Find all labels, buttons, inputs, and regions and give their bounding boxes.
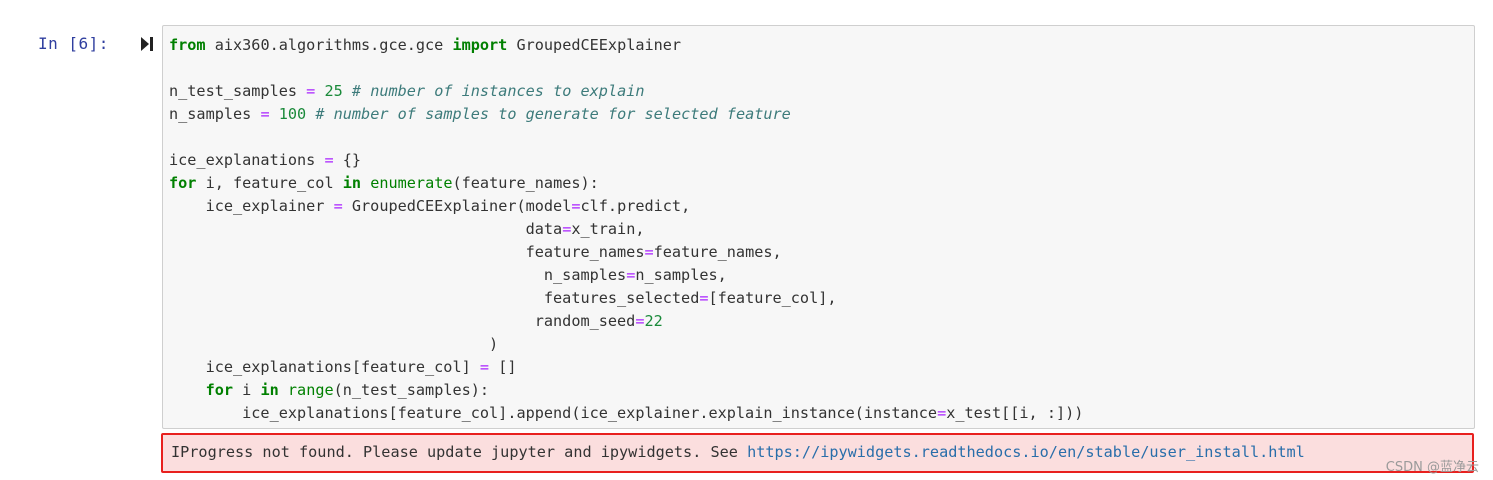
code-token: x_train, — [571, 220, 645, 238]
code-token: enumerate — [370, 174, 453, 192]
code-token: [feature_col], — [708, 289, 837, 307]
code-token: (n_test_samples): — [333, 381, 490, 399]
code-token: n_samples — [169, 266, 627, 284]
code-token: = — [571, 197, 581, 215]
code-line: n_samples=n_samples, — [169, 264, 1474, 287]
code-token: = — [937, 404, 947, 422]
code-token: in — [342, 174, 362, 192]
code-line: random_seed=22 — [169, 310, 1474, 333]
code-token: feature_names — [169, 243, 645, 261]
code-token: 100 — [278, 105, 307, 123]
code-token: for — [205, 381, 234, 399]
code-token: range — [287, 381, 334, 399]
code-line: data=x_train, — [169, 218, 1474, 241]
code-line: ice_explanations = {} — [169, 149, 1474, 172]
cell-prompt: In [6]: — [38, 34, 109, 53]
code-token: data — [169, 220, 563, 238]
code-line: ) — [169, 333, 1474, 356]
code-token: ice_explanations[feature_col].append(ice… — [169, 404, 938, 422]
code-token: GroupedCEExplainer(model — [342, 197, 572, 215]
code-token: random_seed — [169, 312, 636, 330]
code-line: ​ — [169, 57, 1474, 80]
code-token: n_samples — [169, 105, 261, 123]
code-token: in — [260, 381, 279, 399]
code-token: feature_names, — [653, 243, 782, 261]
code-token: # number of samples to generate for sele… — [315, 105, 791, 123]
code-token: = — [626, 266, 636, 284]
code-line: from aix360.algorithms.gce.gce import Gr… — [169, 34, 1474, 57]
code-token: = — [479, 358, 490, 376]
code-line: n_samples = 100 # number of samples to g… — [169, 103, 1474, 126]
code-token: = — [562, 220, 572, 238]
code-token: ice_explanations[feature_col] — [169, 358, 480, 376]
code-token: = — [306, 82, 316, 100]
install-docs-link[interactable]: https://ipywidgets.readthedocs.io/en/sta… — [747, 443, 1305, 461]
code-token: 22 — [644, 312, 663, 330]
code-token: n_test_samples — [169, 82, 307, 100]
code-token: for — [169, 174, 197, 192]
code-line: ice_explanations[feature_col].append(ice… — [169, 402, 1474, 425]
code-token: = — [333, 197, 343, 215]
code-token: clf.predict, — [580, 197, 691, 215]
watermark: CSDN @蓝净云 — [1385, 460, 1479, 475]
code-line: ice_explanations[feature_col] = [] — [169, 356, 1474, 379]
code-token: [] — [489, 358, 517, 376]
code-token: i — [233, 381, 261, 399]
code-token: ) — [169, 335, 499, 353]
code-input-area[interactable]: from aix360.algorithms.gce.gce import Gr… — [162, 25, 1475, 429]
code-token: = — [699, 289, 709, 307]
code-token: aix360.algorithms.gce.gce — [205, 36, 453, 54]
code-token: features_selected — [169, 289, 700, 307]
code-line: ​ — [169, 126, 1474, 149]
code-line: ice_explainer = GroupedCEExplainer(model… — [169, 195, 1474, 218]
code-token: 25 — [324, 82, 343, 100]
code-token: ice_explainer — [169, 197, 334, 215]
output-text: IProgress not found. Please update jupyt… — [171, 443, 1305, 461]
code-token: = — [644, 243, 654, 261]
code-token: = — [260, 105, 270, 123]
cell-output-warning: IProgress not found. Please update jupyt… — [161, 433, 1474, 473]
output-message: IProgress not found. Please update jupyt… — [171, 443, 748, 461]
code-token: import — [452, 36, 508, 54]
code-editor[interactable]: from aix360.algorithms.gce.gce import Gr… — [163, 26, 1474, 425]
code-token: {} — [333, 151, 362, 169]
code-line: features_selected=[feature_col], — [169, 287, 1474, 310]
code-token: i, feature_col — [196, 174, 343, 192]
code-line: feature_names=feature_names, — [169, 241, 1474, 264]
code-token: # number of instances to explain — [351, 82, 645, 100]
code-token: GroupedCEExplainer — [507, 36, 682, 54]
code-token: n_samples, — [635, 266, 727, 284]
code-token: = — [324, 151, 334, 169]
code-token: from — [169, 36, 206, 54]
code-token: (feature_names): — [452, 174, 599, 192]
code-line: for i, feature_col in enumerate(feature_… — [169, 172, 1474, 195]
code-token: ice_explanations — [169, 151, 325, 169]
code-line: for i in range(n_test_samples): — [169, 379, 1474, 402]
code-token: x_test[[i, :])) — [946, 404, 1084, 422]
code-line: n_test_samples = 25 # number of instance… — [169, 80, 1474, 103]
run-cell-icon[interactable] — [140, 35, 154, 53]
